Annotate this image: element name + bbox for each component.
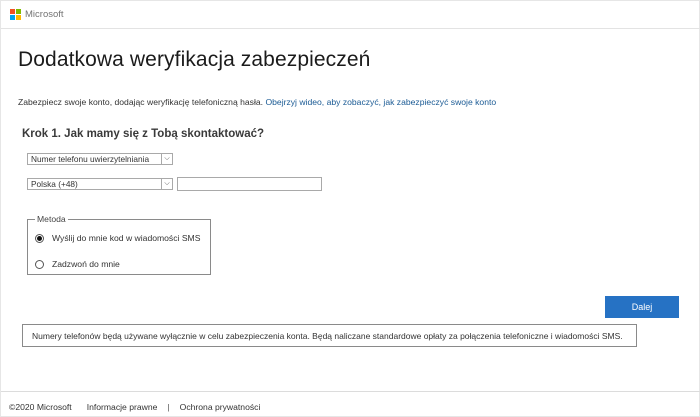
watch-video-link[interactable]: Obejrzyj wideo, aby zobaczyć, jak zabezp… <box>265 97 496 107</box>
footer: ©2020 Microsoft Informacje prawne | Ochr… <box>9 402 260 412</box>
copyright-text: ©2020 Microsoft <box>9 402 72 412</box>
phone-number-input[interactable] <box>177 177 322 191</box>
step-heading: Krok 1. Jak mamy się z Tobą skontaktować… <box>22 128 265 140</box>
radio-unchecked-icon[interactable] <box>35 259 44 269</box>
chevron-down-icon: ⌵ <box>161 154 172 164</box>
chevron-down-icon: ⌵ <box>161 179 172 189</box>
method-option-label: Wyślij do mnie kod w wiadomości SMS <box>52 233 201 243</box>
country-code-value: Polska (+48) <box>31 179 78 189</box>
privacy-link[interactable]: Ochrona prywatności <box>180 402 261 412</box>
page-title: Dodatkowa weryfikacja zabezpieczeń <box>18 48 371 71</box>
country-code-select[interactable]: Polska (+48) ⌵ <box>27 178 173 190</box>
microsoft-logo-icon <box>10 9 21 20</box>
intro-text-line: Zabezpiecz swoje konto, dodając weryfika… <box>18 97 496 107</box>
page-container: Microsoft Dodatkowa weryfikacja zabezpie… <box>0 0 700 417</box>
method-fieldset: Metoda Wyślij do mnie kod w wiadomości S… <box>27 214 211 275</box>
top-bar: Microsoft <box>1 1 700 29</box>
brand-name: Microsoft <box>25 9 64 20</box>
footer-separator: | <box>167 402 170 412</box>
phone-usage-notice: Numery telefonów będą używane wyłącznie … <box>22 324 637 347</box>
radio-checked-icon[interactable] <box>35 233 44 243</box>
method-option-sms[interactable]: Wyślij do mnie kod w wiadomości SMS <box>35 233 200 243</box>
legal-link[interactable]: Informacje prawne <box>87 402 158 412</box>
method-option-call[interactable]: Zadzwoń do mnie <box>35 259 120 269</box>
intro-text: Zabezpiecz swoje konto, dodając weryfika… <box>18 97 264 107</box>
next-button[interactable]: Dalej <box>605 296 679 318</box>
footer-divider <box>1 391 700 392</box>
method-legend: Metoda <box>35 214 68 224</box>
method-option-label: Zadzwoń do mnie <box>52 259 120 269</box>
contact-type-value: Numer telefonu uwierzytelniania <box>31 154 150 164</box>
contact-type-select[interactable]: Numer telefonu uwierzytelniania ⌵ <box>27 153 173 165</box>
